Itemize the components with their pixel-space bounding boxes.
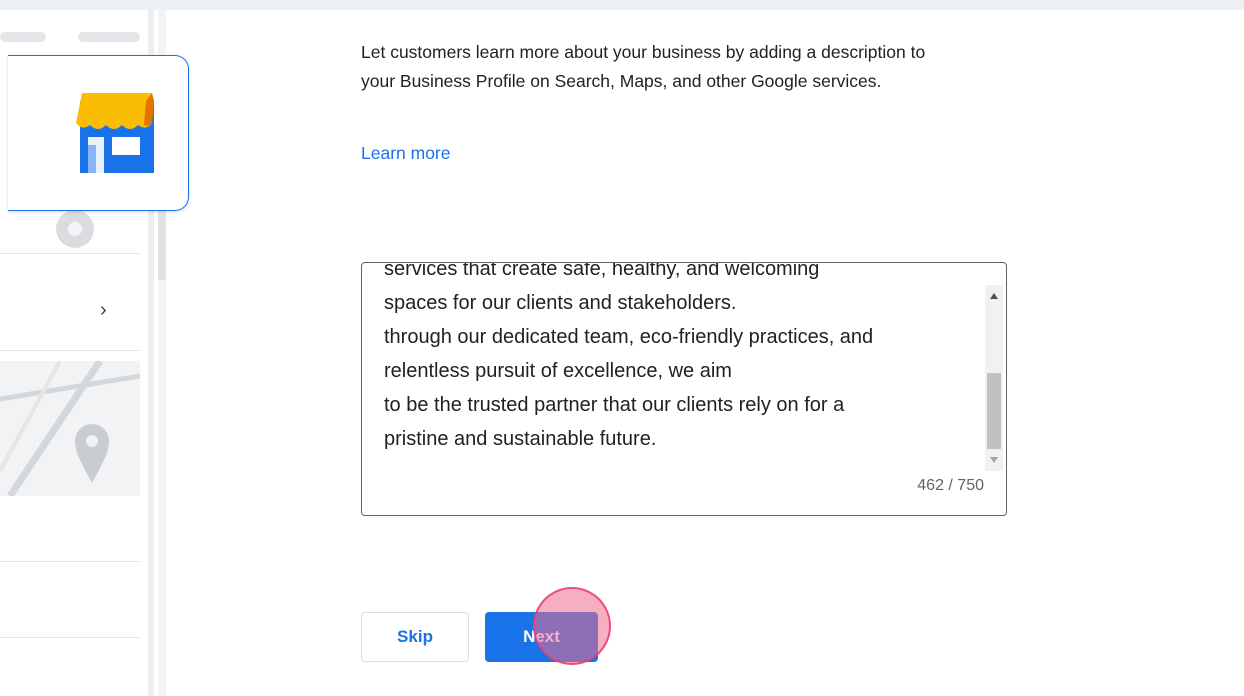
storefront-icon [76, 93, 154, 173]
placeholder-bar [78, 32, 140, 42]
textarea-line: spaces for our clients and stakeholders. [384, 292, 737, 314]
description-text: Let customers learn more about your busi… [361, 42, 926, 91]
map-pin-icon [75, 424, 109, 483]
divider [0, 350, 140, 351]
textarea-line: services that create safe, healthy, and … [384, 262, 820, 280]
textarea-scrollbar[interactable] [985, 285, 1003, 471]
scroll-up-arrow-icon[interactable] [990, 293, 998, 299]
chevron-right-icon[interactable]: › [100, 299, 107, 322]
textarea-content[interactable]: services that create safe, healthy, and … [384, 262, 974, 456]
divider [0, 637, 140, 638]
divider [0, 561, 140, 562]
business-card [8, 55, 189, 211]
globe-icon [56, 210, 94, 248]
textarea-line: through our dedicated team, eco-friendly… [384, 326, 874, 348]
scroll-down-arrow-icon[interactable] [990, 457, 998, 463]
textarea-line: to be the trusted partner that our clien… [384, 394, 845, 416]
placeholder-bar [0, 32, 46, 42]
map-roads [0, 361, 140, 496]
business-description-textarea[interactable]: services that create safe, healthy, and … [361, 262, 1007, 516]
next-button[interactable]: Next [485, 612, 598, 662]
character-counter: 462 / 750 [917, 477, 984, 494]
learn-more-link[interactable]: Learn more [361, 143, 451, 164]
textarea-scroll-thumb[interactable] [987, 373, 1001, 449]
textarea-line: relentless pursuit of excellence, we aim [384, 360, 732, 382]
skip-button[interactable]: Skip [361, 612, 469, 662]
top-strip [0, 0, 1244, 10]
map-thumbnail [0, 361, 140, 496]
divider [0, 253, 140, 254]
textarea-line: pristine and sustainable future. [384, 428, 657, 450]
